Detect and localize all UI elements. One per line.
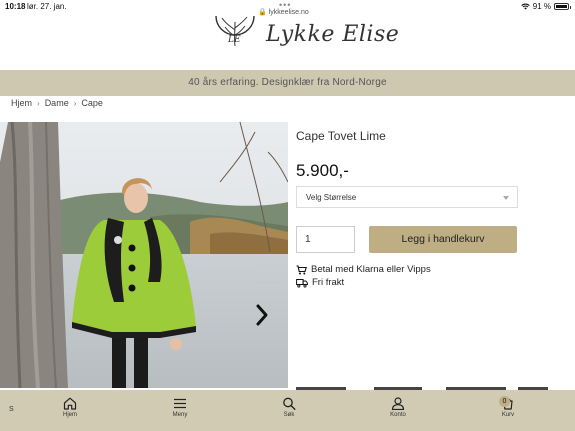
battery-level-fill (556, 5, 567, 8)
nav-home[interactable]: Hjem (50, 397, 90, 418)
breadcrumb: Hjem › Dame › Cape (11, 98, 103, 108)
product-image[interactable] (0, 122, 288, 388)
breadcrumb-home[interactable]: Hjem (11, 98, 32, 108)
feature-shipping: Fri frakt (296, 277, 344, 288)
product-photo (0, 122, 288, 388)
quantity-input[interactable]: 1 (296, 226, 355, 253)
user-icon (391, 397, 405, 410)
caret-down-icon (503, 196, 509, 200)
home-icon (63, 397, 77, 410)
promo-text: 40 års erfaring. Designklær fra Nord-Nor… (188, 77, 387, 88)
svg-text:LE: LE (227, 35, 241, 45)
search-icon (283, 397, 296, 410)
status-right: 91 % (521, 2, 571, 11)
breadcrumb-cape[interactable]: Cape (81, 98, 103, 108)
menu-icon (174, 398, 186, 409)
chevron-right-icon: › (73, 98, 77, 108)
battery-percent: 91 % (532, 2, 551, 11)
nav-account[interactable]: Konto (378, 397, 418, 418)
nav-menu-label: Meny (172, 412, 188, 418)
nav-edge-letter: S (9, 406, 14, 413)
battery-icon (554, 3, 571, 10)
truck-icon (296, 264, 307, 274)
feature-payment-text: Betal med Klarna eller Vipps (311, 264, 431, 275)
address-bar-url[interactable]: 🔒 lykkeelise.no (258, 8, 309, 16)
product-price: 5.900,- (296, 161, 349, 180)
nav-search-label: Søk (283, 412, 295, 418)
cart-count-badge: 0 (499, 396, 510, 407)
site-header: LE Lykke Elise (0, 16, 575, 70)
logo-tree-icon[interactable]: LE (212, 16, 258, 52)
breadcrumb-dame[interactable]: Dame (45, 98, 69, 108)
nav-search[interactable]: Søk (269, 397, 309, 418)
promo-banner: 40 års erfaring. Designklær fra Nord-Nor… (0, 70, 575, 96)
size-select-value: Velg Størrelse (306, 193, 357, 202)
url-text: lykkeelise.no (268, 9, 309, 16)
feature-payment: Betal med Klarna eller Vipps (296, 264, 431, 275)
product-title: Cape Tovet Lime (296, 129, 386, 143)
nav-cart-label: Kurv (501, 412, 515, 418)
brand-logo-text[interactable]: Lykke Elise (266, 22, 399, 47)
status-time: 10:18 (5, 2, 26, 11)
feature-shipping-text: Fri frakt (312, 277, 345, 288)
bottom-nav: S Hjem Meny Søk Konto Kurv (0, 390, 575, 431)
status-bar: 10:18 lør. 27. jan. ••• 🔒 lykkeelise.no … (0, 0, 575, 16)
shipping-icon (296, 278, 308, 288)
size-select[interactable]: Velg Størrelse (296, 186, 518, 208)
wifi-icon (521, 3, 530, 10)
chevron-right-icon[interactable] (252, 300, 272, 330)
status-date: lør. 27. jan. (27, 2, 67, 11)
nav-account-label: Konto (390, 412, 406, 418)
nav-home-label: Hjem (62, 412, 77, 418)
chevron-right-icon: › (37, 98, 40, 108)
add-to-cart-button[interactable]: Legg i handlekurv (369, 226, 517, 253)
nav-menu[interactable]: Meny (160, 397, 200, 418)
